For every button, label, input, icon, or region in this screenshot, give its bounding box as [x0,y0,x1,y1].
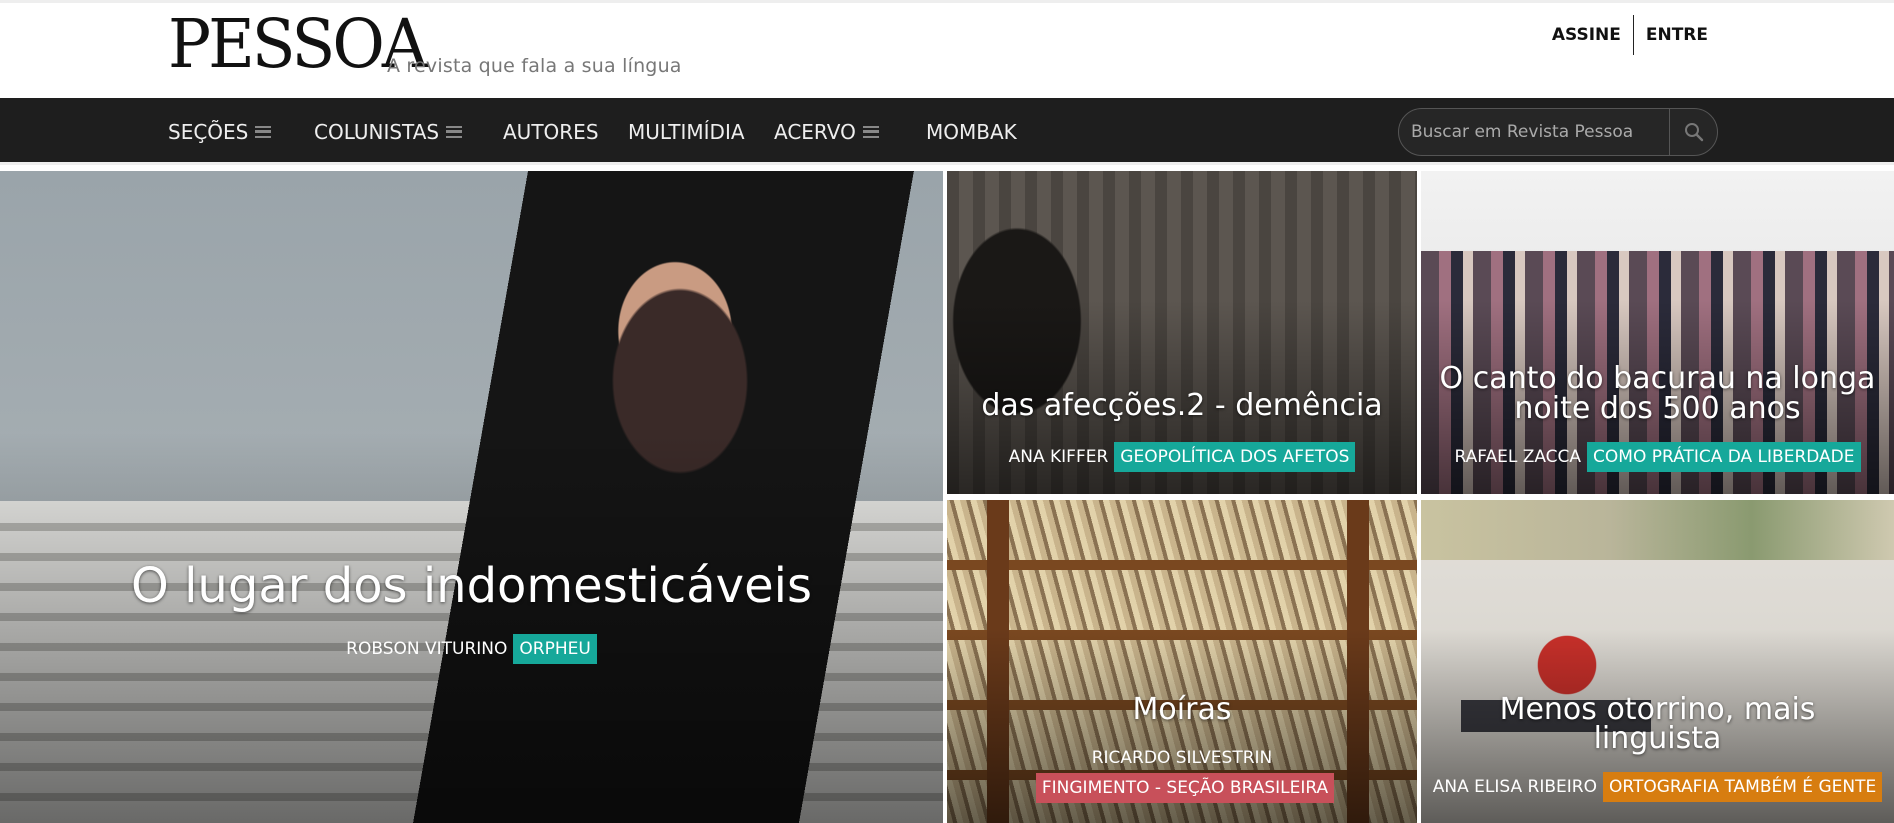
article-tag[interactable]: ORPHEU [513,634,597,664]
nav-item-acervo[interactable]: ACERVO [774,98,879,165]
site-header: PESSOA A revista que fala a sua língua A… [0,0,1894,98]
nav-item-label: AUTORES [503,119,599,144]
article-author[interactable]: RICARDO SILVESTRIN [1092,748,1273,768]
article-author[interactable]: ANA KIFFER [1009,447,1109,467]
featured-article[interactable]: O lugar dos indomesticáveis ROBSON VITUR… [0,171,943,823]
article-tag[interactable]: FINGIMENTO - SEÇÃO BRASILEIRA [1035,773,1335,803]
article-meta: RAFAEL ZACCA COMO PRÁTICA DA LIBERDADE [1421,442,1894,472]
nav-item-label: COLUNISTAS [314,119,440,144]
nav-item-label: ACERVO [774,119,856,144]
article-meta: ANA KIFFER GEOPOLÍTICA DOS AFETOS [947,442,1417,472]
menu-icon [446,125,463,138]
article-card[interactable]: das afecções.2 - demência ANA KIFFER GEOP… [947,171,1417,494]
nav-item-multimidia[interactable]: MULTIMÍDIA [628,98,745,165]
article-meta: ROBSON VITURINO ORPHEU [0,634,943,664]
article-title[interactable]: Moíras [947,692,1417,727]
article-title[interactable]: das afecções.2 - demência [947,388,1417,423]
article-card[interactable]: Moíras RICARDO SILVESTRIN FINGIMENTO - SE… [947,500,1417,823]
article-author[interactable]: RAFAEL ZACCA [1454,447,1581,467]
article-tag[interactable]: GEOPOLÍTICA DOS AFETOS [1114,442,1356,472]
article-card[interactable]: Menos otorrino, mais linguista ANA ELISA… [1421,500,1894,823]
tagline: A revista que fala a sua língua [387,55,682,77]
nav-item-label: MULTIMÍDIA [628,119,745,144]
article-tag[interactable]: COMO PRÁTICA DA LIBERDADE [1587,442,1861,472]
search-icon [1684,123,1703,142]
article-title[interactable]: Menos otorrino, mais linguista [1421,695,1894,754]
nav-item-autores[interactable]: AUTORES [503,98,599,165]
search-box [1398,108,1718,156]
menu-icon [255,125,272,138]
search-input[interactable] [1411,109,1661,155]
subscribe-link[interactable]: ASSINE [1552,25,1621,45]
article-title[interactable]: O canto do bacurau na longa noite dos 50… [1421,364,1894,424]
nav-item-colunistas[interactable]: COLUNISTAS [314,98,463,165]
nav-item-label: MOMBAK [926,119,1017,144]
nav-item-mombak[interactable]: MOMBAK [926,98,1017,165]
login-link[interactable]: ENTRE [1646,25,1708,45]
divider [1632,15,1634,55]
nav-item-label: SEÇÕES [168,119,249,144]
nav-item-secoes[interactable]: SEÇÕES [168,98,272,165]
article-title[interactable]: O lugar dos indomesticáveis [0,558,943,614]
article-author[interactable]: ANA ELISA RIBEIRO [1433,777,1597,797]
account-links: ASSINE ENTRE [1552,15,1708,55]
article-meta: ANA ELISA RIBEIRO ORTOGRAFIA TAMBÉM É GEN… [1421,772,1894,802]
article-meta: RICARDO SILVESTRIN FINGIMENTO - SEÇÃO BRA… [947,743,1417,803]
menu-icon [862,125,879,138]
image-overlay [0,431,943,823]
article-author[interactable]: ROBSON VITURINO [346,639,507,659]
article-tag[interactable]: ORTOGRAFIA TAMBÉM É GENTE [1602,772,1883,802]
search-button[interactable] [1669,109,1717,155]
article-card[interactable]: O canto do bacurau na longa noite dos 50… [1421,171,1894,494]
